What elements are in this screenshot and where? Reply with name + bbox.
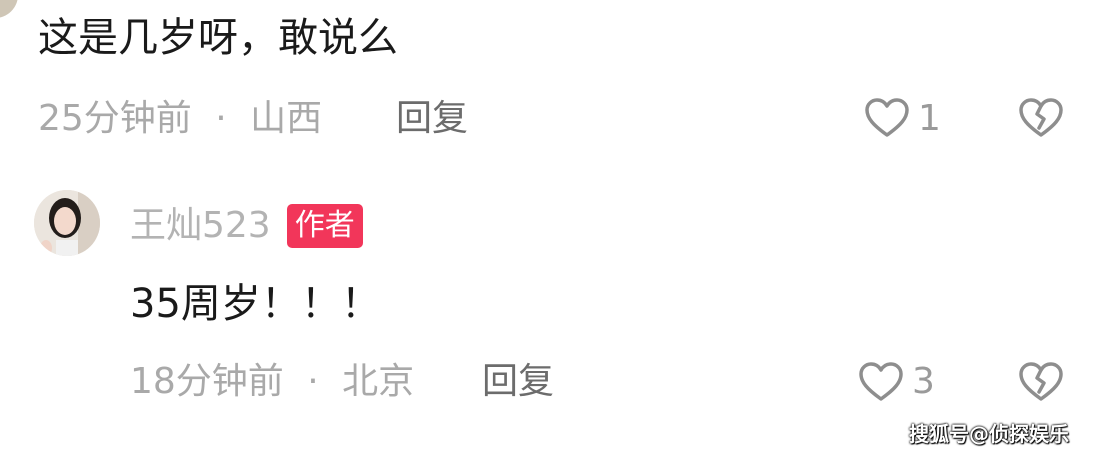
comment-text: 这是几岁呀，敢说么 (38, 15, 398, 61)
like-button[interactable] (864, 97, 910, 139)
like-count: 3 (912, 361, 935, 402)
comment-time: 25分钟前 (38, 98, 192, 139)
broken-heart-icon (1018, 361, 1064, 403)
watermark: 搜狐号@侦探娱乐 (909, 422, 1069, 446)
dislike-button[interactable] (1018, 97, 1064, 139)
commenter-avatar[interactable] (0, 0, 18, 18)
like-button[interactable] (858, 361, 904, 403)
broken-heart-icon (1018, 97, 1064, 139)
comment-header: 王灿523 作者 (130, 204, 363, 248)
reply-button[interactable]: 回复 (396, 97, 468, 141)
comment-meta: 25分钟前 · 山西 (38, 97, 322, 141)
dislike-button[interactable] (1018, 361, 1064, 403)
like-count: 1 (918, 98, 941, 139)
comment-location: 山西 (250, 98, 323, 139)
heart-outline-icon (858, 361, 904, 403)
meta-separator: · (307, 361, 319, 402)
author-badge: 作者 (286, 204, 363, 248)
comment-time: 18分钟前 (130, 361, 284, 402)
comment-text: 35周岁！！！ (130, 281, 381, 327)
heart-outline-icon (864, 97, 910, 139)
reply-button[interactable]: 回复 (482, 360, 554, 404)
username[interactable]: 王灿523 (130, 204, 271, 248)
comment-meta: 18分钟前 · 北京 (130, 360, 414, 404)
meta-separator: · (215, 98, 227, 139)
comment-location: 北京 (342, 361, 415, 402)
user-avatar[interactable] (34, 190, 100, 256)
